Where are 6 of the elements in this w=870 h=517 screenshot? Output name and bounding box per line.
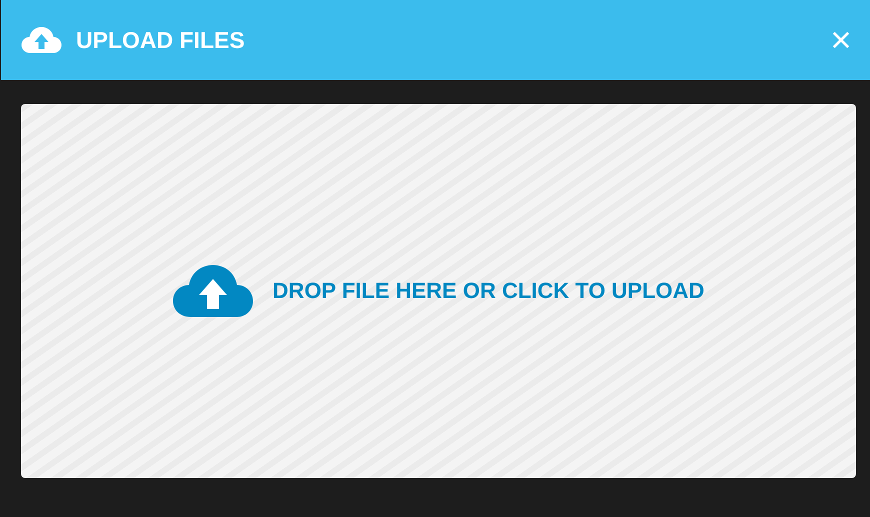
drop-message: DROP FILE HERE OR CLICK TO UPLOAD (272, 278, 704, 304)
cloud-upload-icon (21, 26, 62, 54)
drop-zone[interactable]: DROP FILE HERE OR CLICK TO UPLOAD (21, 104, 856, 478)
dialog-title: UPLOAD FILES (76, 26, 245, 54)
cloud-upload-icon (172, 263, 253, 319)
close-button[interactable] (830, 29, 852, 51)
